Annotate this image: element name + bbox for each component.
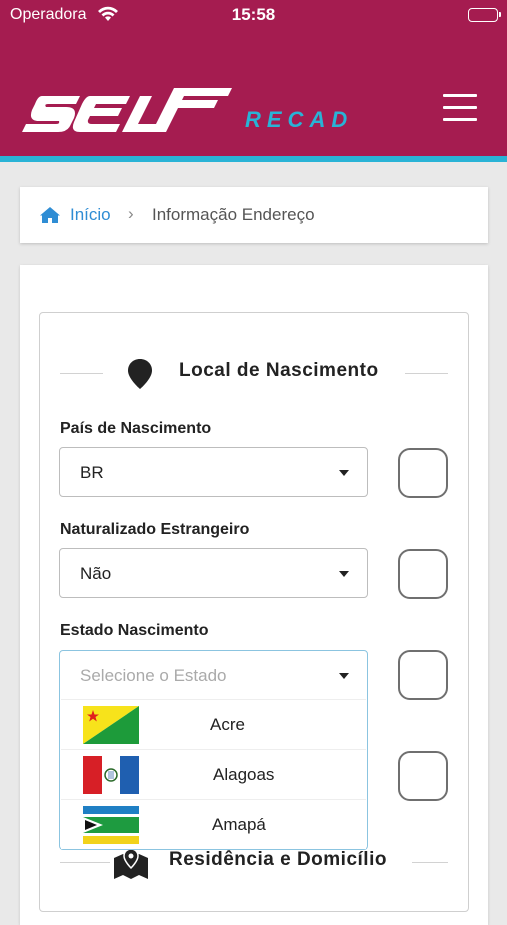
- chevron-down-icon: [339, 571, 349, 577]
- chevron-down-icon: [339, 470, 349, 476]
- amapa-flag-icon: [83, 806, 139, 844]
- state-checkbox[interactable]: [398, 650, 448, 700]
- battery-icon: [468, 8, 501, 22]
- menu-icon[interactable]: [443, 94, 477, 124]
- state-option-amapa[interactable]: Amapá: [61, 799, 366, 849]
- section-divider: [412, 862, 448, 863]
- state-label: Estado Nascimento: [60, 622, 209, 639]
- breadcrumb-separator: ›: [128, 204, 134, 223]
- naturalized-select[interactable]: Não: [59, 548, 368, 598]
- naturalized-label: Naturalizado Estrangeiro: [60, 521, 250, 538]
- state-option-alagoas[interactable]: Alagoas: [61, 749, 366, 799]
- section-title-residence: Residência e Domicílio: [169, 849, 387, 870]
- header-accent-stripe: [0, 156, 507, 162]
- country-select[interactable]: BR: [59, 447, 368, 497]
- status-bar: Operadora 15:58: [0, 0, 507, 32]
- country-label: País de Nascimento: [60, 420, 212, 437]
- naturalized-checkbox[interactable]: [398, 549, 448, 599]
- state-option-label: Alagoas: [213, 765, 275, 784]
- state-select[interactable]: Selecione o Estado Acre Alagoas Amapá: [59, 650, 368, 850]
- clock: 15:58: [231, 5, 276, 24]
- alagoas-flag-icon: [83, 756, 139, 794]
- naturalized-value: Não: [80, 564, 112, 583]
- state-placeholder: Selecione o Estado: [80, 666, 227, 685]
- country-checkbox[interactable]: [398, 448, 448, 498]
- extra-checkbox[interactable]: [398, 751, 448, 801]
- map-pin-icon: [127, 358, 153, 395]
- acre-flag-icon: [83, 706, 139, 744]
- state-option-label: Amapá: [212, 815, 266, 834]
- state-option-acre[interactable]: Acre: [61, 699, 366, 749]
- self-logo: [22, 82, 237, 139]
- breadcrumb-current: Informação Endereço: [152, 205, 315, 224]
- country-value: BR: [80, 463, 104, 482]
- home-icon[interactable]: [39, 206, 61, 229]
- breadcrumb: Início › Informação Endereço: [20, 187, 488, 243]
- section-divider: [60, 862, 110, 863]
- section-title-birth: Local de Nascimento: [179, 360, 379, 381]
- state-option-label: Acre: [210, 715, 245, 734]
- logo-subtitle: RECAD: [245, 107, 354, 132]
- map-icon: [113, 848, 149, 885]
- section-divider: [60, 373, 103, 374]
- section-divider: [405, 373, 448, 374]
- breadcrumb-home-link[interactable]: Início: [70, 205, 111, 225]
- chevron-down-icon: [339, 673, 349, 679]
